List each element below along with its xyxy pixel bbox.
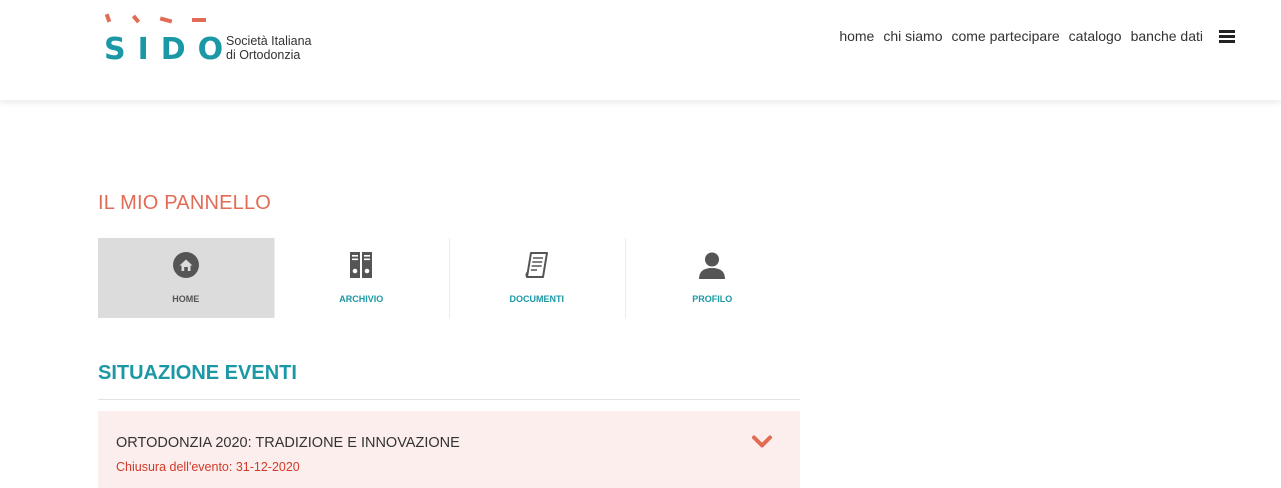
logo-subtitle-line2: di Ortodonzia — [226, 48, 301, 62]
logo-subtitle-line1: Società Italiana — [226, 34, 312, 48]
logo-marks-icon — [104, 13, 206, 24]
main-nav: home chi siamo come partecipare catalogo… — [830, 27, 1235, 45]
nav-catalogo[interactable]: catalogo — [1069, 27, 1122, 45]
dashboard-tiles: HOME ARCHIVIO DOCUMENTI PROFILO — [98, 238, 800, 318]
nav-chi-siamo[interactable]: chi siamo — [883, 27, 942, 45]
tile-profilo[interactable]: PROFILO — [624, 238, 801, 318]
hamburger-icon[interactable] — [1219, 29, 1235, 43]
chevron-down-icon[interactable] — [752, 435, 772, 449]
event-title: ORTODONZIA 2020: TRADIZIONE E INNOVAZION… — [116, 435, 460, 451]
user-icon — [699, 252, 726, 279]
document-icon — [525, 252, 548, 278]
logo-wordmark: SIDO — [104, 32, 236, 67]
tile-home[interactable]: HOME — [98, 238, 274, 318]
tile-archivio-label: ARCHIVIO — [339, 294, 384, 304]
home-icon — [172, 252, 199, 278]
events-section-title: SITUAZIONE EVENTI — [98, 362, 297, 384]
sido-logo[interactable]: SIDO Società Italiana di Ortodonzia — [104, 12, 344, 72]
event-item[interactable]: ORTODONZIA 2020: TRADIZIONE E INNOVAZION… — [98, 411, 800, 488]
nav-home[interactable]: home — [839, 27, 874, 45]
nav-banche-dati[interactable]: banche dati — [1131, 27, 1203, 45]
panel-title: IL MIO PANNELLO — [98, 192, 272, 214]
event-closing-date: Chiusura dell'evento: 31-12-2020 — [116, 460, 300, 474]
logo-subtitle: Società Italiana di Ortodonzia — [226, 34, 311, 62]
section-divider — [98, 399, 800, 400]
tile-home-label: HOME — [172, 294, 200, 304]
tile-archivio[interactable]: ARCHIVIO — [273, 238, 450, 318]
archive-binders-icon — [350, 252, 373, 278]
tile-documenti-label: DOCUMENTI — [509, 294, 565, 304]
nav-come-partecipare[interactable]: come partecipare — [951, 27, 1059, 45]
tile-profilo-label: PROFILO — [692, 294, 733, 304]
tile-documenti[interactable]: DOCUMENTI — [449, 238, 625, 318]
site-header: SIDO Società Italiana di Ortodonzia home… — [0, 0, 1281, 100]
